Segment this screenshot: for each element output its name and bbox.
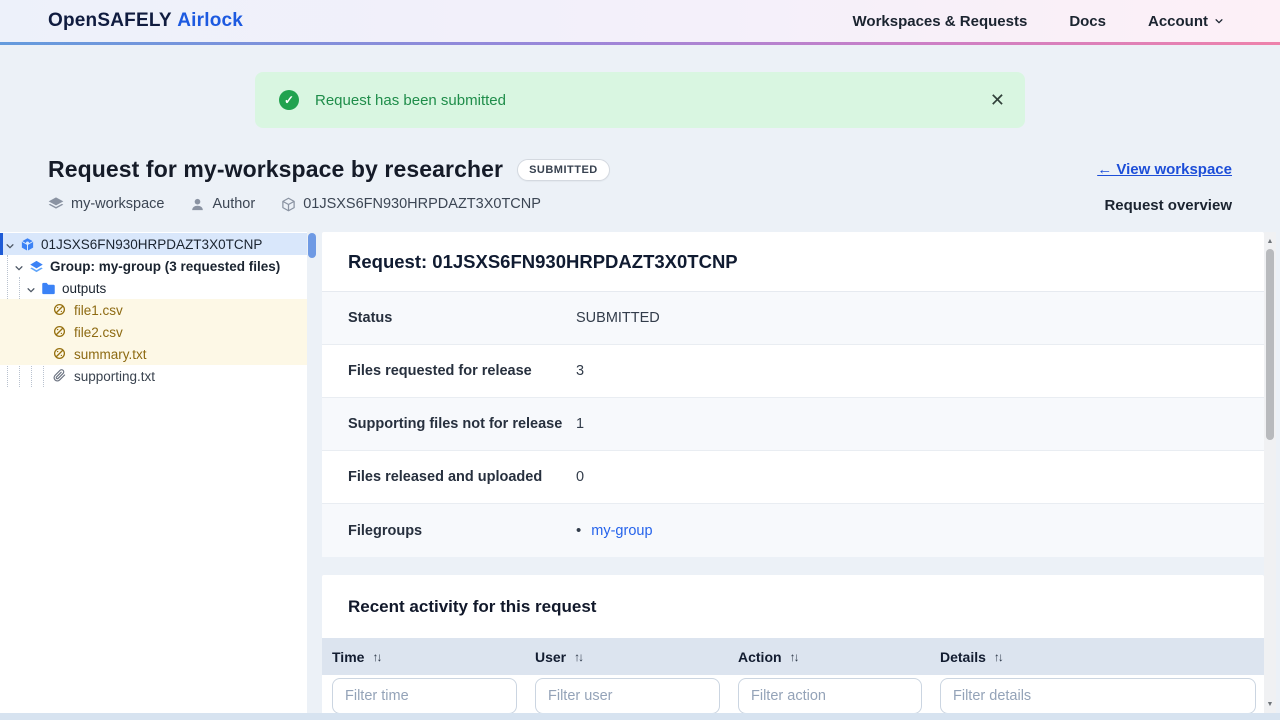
tree-item-outputs-folder[interactable]: outputs: [0, 277, 307, 299]
main-nav: Workspaces & Requests Docs Account: [853, 13, 1224, 30]
activity-table-header: Time ↑↓ User ↑↓ Action ↑↓ Details ↑↓: [322, 638, 1264, 675]
tree-item-summary[interactable]: summary.txt: [0, 343, 307, 365]
bottom-strip: [0, 713, 1280, 720]
scroll-up-arrow-icon[interactable]: ▲: [1264, 234, 1276, 248]
chevron-down-icon[interactable]: [14, 261, 24, 271]
request-meta-row: my-workspace Author 01JSXS6FN930HRPDAZT3…: [48, 196, 541, 212]
scrollbar-thumb[interactable]: [1266, 249, 1274, 440]
chevron-down-icon: [1214, 16, 1224, 26]
bullet: •: [576, 522, 581, 539]
file-restricted-icon: [53, 303, 68, 318]
view-workspace-link[interactable]: ← View workspace: [1097, 161, 1232, 178]
top-navbar: OpenSAFELY Airlock Workspaces & Requests…: [0, 0, 1280, 45]
column-header-time[interactable]: Time ↑↓: [322, 638, 525, 675]
tree-item-supporting[interactable]: supporting.txt: [0, 365, 307, 387]
success-alert: ✓ Request has been submitted ✕: [255, 72, 1025, 128]
sort-icon[interactable]: ↑↓: [574, 650, 582, 664]
chevron-down-icon[interactable]: [26, 283, 36, 293]
meta-request-id: 01JSXS6FN930HRPDAZT3X0TCNP: [281, 196, 541, 212]
nav-workspaces-requests[interactable]: Workspaces & Requests: [853, 13, 1028, 30]
status-badge: SUBMITTED: [517, 159, 610, 181]
layers-icon: [29, 259, 44, 274]
app-logo[interactable]: OpenSAFELY Airlock: [48, 10, 243, 32]
recent-activity-card: Recent activity for this request Time ↑↓…: [322, 575, 1264, 720]
alert-message: Request has been submitted: [315, 92, 506, 109]
sort-icon[interactable]: ↑↓: [994, 650, 1002, 664]
detail-row-supporting-files: Supporting files not for release 1: [322, 398, 1264, 451]
scroll-down-arrow-icon[interactable]: ▼: [1264, 697, 1276, 711]
filter-user-input[interactable]: [535, 678, 720, 714]
page-title: Request for my-workspace by researcher: [48, 156, 503, 183]
page-title-row: Request for my-workspace by researcher S…: [48, 156, 610, 183]
logo-secondary: Airlock: [177, 10, 243, 31]
filter-action-input[interactable]: [738, 678, 922, 714]
tree-item-group[interactable]: Group: my-group (3 requested files): [0, 255, 307, 277]
activity-card-header: Recent activity for this request: [322, 575, 1264, 638]
layers-icon: [48, 196, 64, 212]
folder-icon: [41, 281, 56, 296]
column-header-user[interactable]: User ↑↓: [525, 638, 728, 675]
file-tree: 01JSXS6FN930HRPDAZT3X0TCNP Group: my-gro…: [0, 232, 307, 387]
activity-card-title: Recent activity for this request: [348, 597, 596, 617]
request-overview-label: Request overview: [1104, 197, 1232, 214]
user-icon: [190, 197, 205, 212]
check-circle-icon: ✓: [279, 90, 299, 110]
column-header-action[interactable]: Action ↑↓: [728, 638, 930, 675]
main-scrollbar[interactable]: ▲ ▼: [1264, 232, 1276, 713]
filter-details-input[interactable]: [940, 678, 1256, 714]
paperclip-icon: [53, 369, 68, 384]
detail-row-files-requested: Files requested for release 3: [322, 345, 1264, 398]
request-detail-rows: Status SUBMITTED Files requested for rel…: [322, 292, 1264, 557]
logo-primary: OpenSAFELY: [48, 10, 172, 31]
close-icon[interactable]: ✕: [990, 91, 1005, 109]
sidebar-scrollbar-thumb[interactable]: [308, 233, 316, 258]
chevron-down-icon[interactable]: [5, 239, 15, 249]
tree-item-file2[interactable]: file2.csv: [0, 321, 307, 343]
meta-author: Author: [190, 196, 255, 212]
filegroup-link[interactable]: my-group: [591, 523, 652, 539]
tree-item-request-root[interactable]: 01JSXS6FN930HRPDAZT3X0TCNP: [0, 233, 307, 255]
filter-time-input[interactable]: [332, 678, 517, 714]
request-detail-card: Request: 01JSXS6FN930HRPDAZT3X0TCNP Stat…: [322, 232, 1264, 557]
detail-row-status: Status SUBMITTED: [322, 292, 1264, 345]
detail-row-files-released: Files released and uploaded 0: [322, 451, 1264, 504]
file-restricted-icon: [53, 347, 68, 362]
detail-row-filegroups: Filegroups • my-group: [322, 504, 1264, 557]
column-header-details[interactable]: Details ↑↓: [930, 638, 1264, 675]
sort-icon[interactable]: ↑↓: [790, 650, 798, 664]
request-card-title: Request: 01JSXS6FN930HRPDAZT3X0TCNP: [348, 251, 738, 273]
package-icon: [281, 197, 296, 212]
file-tree-sidebar: 01JSXS6FN930HRPDAZT3X0TCNP Group: my-gro…: [0, 232, 307, 713]
package-icon: [20, 237, 35, 252]
activity-filter-row: [322, 675, 1264, 714]
meta-workspace: my-workspace: [48, 196, 164, 212]
tree-item-file1[interactable]: file1.csv: [0, 299, 307, 321]
sort-icon[interactable]: ↑↓: [372, 650, 380, 664]
file-restricted-icon: [53, 325, 68, 340]
nav-docs[interactable]: Docs: [1069, 13, 1106, 30]
request-card-header: Request: 01JSXS6FN930HRPDAZT3X0TCNP: [322, 232, 1264, 292]
nav-account-menu[interactable]: Account: [1148, 13, 1224, 30]
